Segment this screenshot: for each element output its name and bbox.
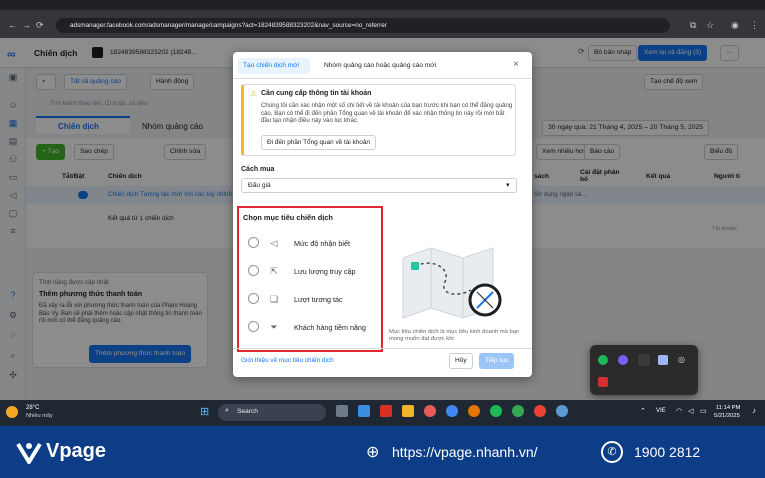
clock-date[interactable]: 5/21/2025: [714, 413, 740, 419]
continue-button[interactable]: Tiếp tục: [479, 353, 515, 369]
continue-label: Tiếp tục: [485, 357, 509, 364]
browser-icon[interactable]: [556, 405, 568, 417]
wifi-app-icon[interactable]: ◎: [678, 355, 688, 365]
windows-start-icon[interactable]: ⊞: [200, 406, 212, 418]
app-store-icon[interactable]: [424, 405, 436, 417]
profile-icon[interactable]: ◉: [731, 18, 739, 33]
website-link[interactable]: https://vpage.nhanh.vn/: [392, 444, 538, 460]
objective-engagement[interactable]: ❏ Lượt tương tác: [239, 288, 381, 310]
wifi-icon[interactable]: ◠: [676, 407, 682, 415]
objective-caption: Mục tiêu chiến dịch là mục tiêu kinh doa…: [389, 329, 520, 343]
objective-traffic-label: Lưu lượng truy cập: [294, 267, 356, 276]
chevron-down-icon: ▾: [506, 182, 510, 189]
pen-icon[interactable]: [638, 354, 650, 366]
reload-icon[interactable]: ⟳: [36, 18, 44, 33]
menu-dots-icon[interactable]: ⋮: [750, 18, 759, 33]
warning-body: Chúng tôi cần xác nhận một số chi tiết v…: [261, 102, 513, 125]
footer-divider: [233, 348, 532, 349]
weather-temp: 28°C: [26, 405, 40, 411]
cast-icon[interactable]: ⧉: [690, 18, 696, 33]
browser-chrome: ← → ⟳ adsmanager.facebook.com/adsmanager…: [0, 0, 765, 38]
tab-existing-campaign[interactable]: Nhóm quảng cáo hoặc quảng cáo mới: [324, 62, 436, 69]
globe-icon: ⊕: [366, 444, 380, 461]
radio-awareness[interactable]: [248, 237, 259, 248]
phone-number[interactable]: 1900 2812: [634, 444, 700, 460]
windows-taskbar: 28°C Nhiều mây ⊞ ⌕ Search ⌃ VIE ◠ ◁ ▭ 11…: [0, 400, 765, 426]
tab-new-campaign-label: Tạo chiến dịch mới: [243, 62, 299, 69]
address-bar[interactable]: adsmanager.facebook.com/adsmanager/manag…: [56, 18, 670, 33]
vpage-brand: Vpage: [46, 440, 107, 462]
task-view-icon[interactable]: [336, 405, 348, 417]
radio-engagement[interactable]: [248, 293, 259, 304]
account-warning-box: ⚠ Cần cung cấp thông tin tài khoản Chúng…: [241, 84, 516, 156]
learn-objectives-link[interactable]: Giới thiệu về mục tiêu chiến dịch: [241, 357, 334, 364]
vpage-logo-icon: [16, 442, 42, 464]
chrome-profile-icon[interactable]: [512, 405, 524, 417]
battery-icon[interactable]: ▭: [700, 407, 707, 415]
spotify-taskbar-icon[interactable]: [490, 405, 502, 417]
widgets-icon[interactable]: [358, 405, 370, 417]
bookmark-star-icon[interactable]: ☆: [706, 18, 714, 33]
clock-time[interactable]: 11:14 PM: [716, 405, 740, 411]
buy-type-label: Cách mua: [241, 166, 275, 173]
objective-leads[interactable]: ⏷ Khách hàng tiềm năng: [239, 316, 381, 338]
mcafee-icon[interactable]: [380, 405, 392, 417]
chat-bubble-icon: ❏: [269, 294, 279, 304]
tab-divider: [233, 78, 532, 79]
vpage-banner: Vpage ⊕ https://vpage.nhanh.vn/ ✆ 1900 2…: [0, 426, 765, 478]
map-illustration: [402, 247, 502, 319]
objective-awareness[interactable]: ◁ Mức độ nhận biết: [239, 232, 381, 254]
chrome-profile-2-icon[interactable]: [534, 405, 546, 417]
warning-title: Cần cung cấp thông tin tài khoản: [261, 90, 372, 97]
spotify-icon[interactable]: [598, 355, 608, 365]
vpn-icon[interactable]: [658, 355, 668, 365]
phone-icon: ✆: [601, 441, 623, 463]
create-campaign-dialog: Tạo chiến dịch mới Nhóm quảng cáo hoặc q…: [233, 52, 532, 377]
funnel-icon: ⏷: [270, 322, 278, 332]
objective-traffic[interactable]: ⇱ Lưu lượng truy cập: [239, 260, 381, 282]
tab-new-campaign[interactable]: Tạo chiến dịch mới: [238, 58, 310, 74]
cancel-button[interactable]: Hủy: [449, 353, 473, 369]
taskbar-search-label: Search: [237, 408, 258, 415]
back-icon[interactable]: ←: [8, 18, 17, 33]
tray-chevron-icon[interactable]: ⌃: [640, 407, 646, 415]
objective-engagement-label: Lượt tương tác: [294, 295, 343, 304]
objective-label: Chọn mục tiêu chiến dịch: [243, 213, 333, 222]
language-indicator[interactable]: VIE: [656, 408, 666, 414]
system-tray-flyout: ◎: [590, 345, 698, 395]
url-text: adsmanager.facebook.com/adsmanager/manag…: [70, 22, 387, 29]
notification-bell-icon[interactable]: ♪: [752, 406, 756, 415]
file-explorer-icon[interactable]: [402, 405, 414, 417]
search-icon: ⌕: [225, 407, 229, 414]
recorder-icon[interactable]: [598, 377, 608, 387]
objective-awareness-label: Mức độ nhận biết: [294, 239, 350, 248]
chrome-icon[interactable]: [446, 405, 458, 417]
forward-icon[interactable]: →: [22, 18, 31, 33]
account-overview-label: Đi đến phần Tổng quan về tài khoản: [267, 139, 370, 146]
close-icon[interactable]: ×: [513, 59, 519, 70]
tab-strip: [0, 0, 765, 10]
weather-icon[interactable]: [6, 406, 18, 418]
objective-highlight-box: Chọn mục tiêu chiến dịch ◁ Mức độ nhận b…: [237, 206, 383, 352]
radio-traffic[interactable]: [248, 265, 259, 276]
warning-icon: ⚠: [250, 89, 258, 98]
app-icon[interactable]: [618, 355, 628, 365]
cursor-icon: ⇱: [270, 266, 278, 276]
taskbar-search[interactable]: ⌕ Search: [218, 404, 326, 421]
buy-type-select[interactable]: Đấu giá ▾: [241, 178, 517, 193]
cancel-label: Hủy: [455, 357, 467, 364]
radio-leads[interactable]: [248, 321, 259, 332]
objective-leads-label: Khách hàng tiềm năng: [294, 323, 366, 332]
volume-icon[interactable]: ◁: [688, 407, 693, 415]
weather-desc: Nhiều mây: [26, 413, 53, 419]
account-overview-button[interactable]: Đi đến phần Tổng quan về tài khoản: [261, 135, 376, 150]
buy-type-value: Đấu giá: [248, 182, 271, 189]
app-orange-icon[interactable]: [468, 405, 480, 417]
megaphone-icon: ◁: [270, 238, 278, 248]
